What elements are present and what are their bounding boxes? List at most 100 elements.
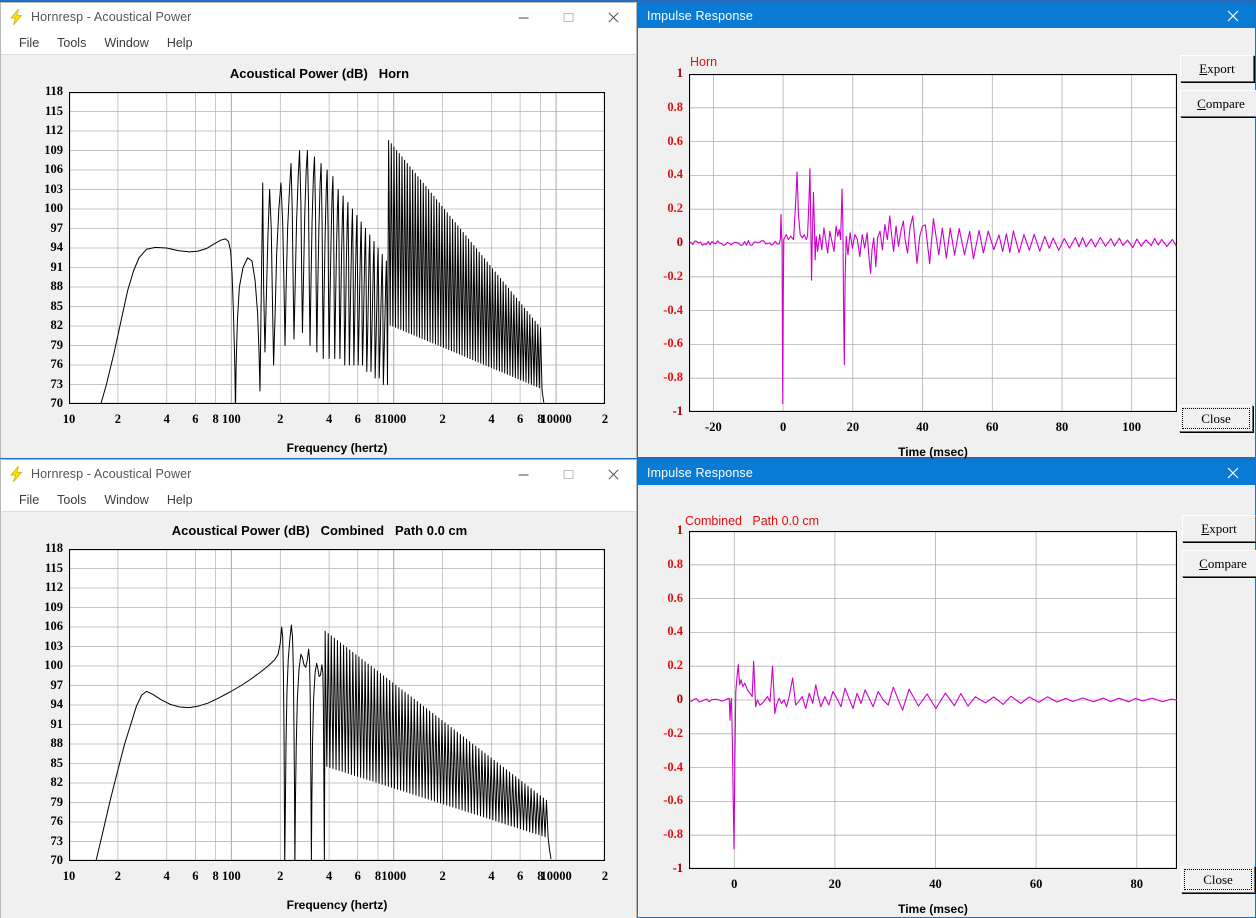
minimize-button[interactable]	[501, 3, 546, 31]
axis-tick-label: 88	[50, 736, 64, 750]
close-dialog-button-label: Close	[1201, 410, 1231, 426]
axis-tick-label: 70	[50, 396, 64, 410]
menu-item-window[interactable]: Window	[95, 491, 157, 509]
axis-tick-label: 94	[50, 240, 64, 254]
window-title: Hornresp - Acoustical Power	[31, 467, 192, 481]
axis-tick-label: -1	[672, 404, 683, 418]
axis-tick-label: 73	[50, 376, 64, 391]
x-axis-label: Frequency (hertz)	[286, 898, 388, 912]
axis-tick-label: 0.8	[667, 556, 683, 571]
compare-button[interactable]: Compare	[1180, 90, 1256, 117]
maximize-button[interactable]	[546, 460, 591, 488]
window-hornresp-top[interactable]: Hornresp - Acoustical Power File Tools W…	[0, 2, 637, 458]
axis-tick-label: 79	[50, 794, 64, 809]
close-dialog-button[interactable]: Close	[1181, 866, 1255, 893]
axis-tick-label: 100	[221, 412, 241, 426]
axis-tick-label: 106	[44, 162, 63, 176]
window-impulse-top[interactable]: Impulse Response Horn -1 -0.8 -0.6 -0.4 -0.2…	[637, 2, 1256, 459]
axis-tick-label: 1	[676, 523, 683, 537]
close-button[interactable]	[1211, 460, 1255, 485]
menubar: File Tools Window Help	[1, 488, 636, 512]
close-button[interactable]	[1211, 3, 1255, 28]
compare-button[interactable]: Compare	[1182, 550, 1256, 577]
axis-tick-label: 85	[50, 298, 64, 313]
menu-item-file[interactable]: File	[10, 491, 48, 509]
x-axis-label: Time (msec)	[898, 902, 968, 916]
axis-tick-label: 112	[44, 123, 63, 137]
plot-canvas-spl-combined	[69, 549, 605, 861]
menu-item-help[interactable]: Help	[158, 491, 202, 509]
lightning-bolt-icon	[10, 466, 23, 482]
axis-tick-label: 82	[50, 318, 64, 332]
axis-tick-label: 91	[50, 716, 64, 731]
maximize-button[interactable]	[546, 3, 591, 31]
axis-tick-label: 85	[50, 755, 64, 770]
axis-tick-label: 10000	[540, 869, 572, 883]
axis-tick-label: 109	[44, 142, 63, 157]
axis-tick-label: 103	[44, 638, 63, 653]
axis-tick-label: 0	[731, 877, 738, 891]
window-impulse-bottom[interactable]: Impulse Response Combined Path 0.0 cm -1…	[637, 459, 1256, 918]
menu-item-tools[interactable]: Tools	[48, 491, 95, 509]
window-hornresp-bottom[interactable]: Hornresp - Acoustical Power File Tools W…	[0, 459, 637, 918]
close-button[interactable]	[591, 3, 636, 31]
axis-tick-label: 118	[44, 84, 63, 98]
window-title: Impulse Response	[647, 465, 753, 480]
axis-tick-label: -0.8	[663, 370, 683, 385]
axis-tick-label: 80	[1055, 420, 1069, 434]
axis-tick-label: 0.4	[667, 624, 683, 639]
axis-tick-label: 40	[929, 877, 942, 891]
axis-tick-label: 97	[50, 220, 64, 235]
axis-tick-label: 91	[50, 259, 64, 274]
chart-area-spl-combined: Acoustical Power (dB) Combined Path 0.0 …	[1, 512, 636, 918]
titlebar[interactable]: Impulse Response	[638, 3, 1255, 28]
chart-area-spl-horn: Acoustical Power (dB) Horn 70 73 76 79 82 85 8…	[1, 55, 636, 458]
axis-tick-label: -0.4	[663, 302, 683, 317]
axis-tick-label: 103	[44, 181, 63, 196]
axis-tick-label: 115	[44, 103, 63, 118]
axis-tick-label: -0.6	[663, 336, 683, 351]
close-button[interactable]	[591, 460, 636, 488]
menu-item-tools[interactable]: Tools	[48, 34, 95, 52]
axis-tick-label: 0	[779, 420, 787, 434]
menu-item-window[interactable]: Window	[95, 34, 157, 52]
axis-tick-label: 2	[439, 869, 446, 883]
window-controls	[501, 3, 636, 31]
chart-area-impulse-horn: Horn -1 -0.8 -0.6 -0.4 -0.2 0 0.2 0.4 0.6 0.8 1 -2…	[638, 28, 1256, 459]
axis-tick-label: 10	[62, 412, 76, 426]
axis-tick-label: 70	[50, 853, 64, 867]
axis-tick-label: 1000	[381, 412, 407, 426]
axis-tick-label: -0.2	[663, 725, 683, 740]
compare-button-label: Compare	[1197, 95, 1245, 111]
chart-title: Acoustical Power (dB) Horn	[229, 66, 410, 81]
menu-item-help[interactable]: Help	[158, 34, 202, 52]
axis-tick-label: 1000	[381, 869, 407, 883]
titlebar[interactable]: Hornresp - Acoustical Power	[1, 460, 636, 488]
axis-tick-label: 60	[986, 420, 999, 434]
axis-tick-label: 76	[50, 814, 64, 828]
close-dialog-button[interactable]: Close	[1179, 405, 1253, 432]
axis-tick-label: 73	[50, 833, 64, 848]
titlebar[interactable]: Hornresp - Acoustical Power	[1, 3, 636, 31]
export-button[interactable]: Export	[1182, 515, 1256, 542]
axis-tick-label: -1	[672, 861, 683, 875]
x-axis-label: Time (msec)	[898, 445, 968, 459]
axis-tick-label: 2	[601, 869, 609, 883]
axis-tick-label: 94	[50, 697, 64, 711]
axis-tick-label: 82	[50, 775, 64, 789]
axis-tick-label: 1	[676, 66, 683, 80]
x-axis-label: Frequency (hertz)	[286, 441, 388, 455]
axis-tick-label: 0.6	[667, 590, 683, 605]
menu-item-file[interactable]: File	[10, 34, 48, 52]
axis-tick-label: 2	[439, 412, 446, 426]
axis-tick-label: 40	[916, 420, 929, 434]
titlebar[interactable]: Impulse Response	[638, 460, 1255, 485]
menubar: File Tools Window Help	[1, 31, 636, 55]
axis-tick-label: 97	[50, 677, 64, 692]
axis-tick-label: 0.6	[667, 133, 683, 148]
minimize-button[interactable]	[501, 460, 546, 488]
chart-title: Acoustical Power (dB) Combined Path 0.0 …	[171, 523, 468, 538]
axis-tick-label: 88	[50, 279, 64, 293]
window-title: Hornresp - Acoustical Power	[31, 10, 192, 24]
export-button[interactable]: Export	[1180, 55, 1254, 82]
